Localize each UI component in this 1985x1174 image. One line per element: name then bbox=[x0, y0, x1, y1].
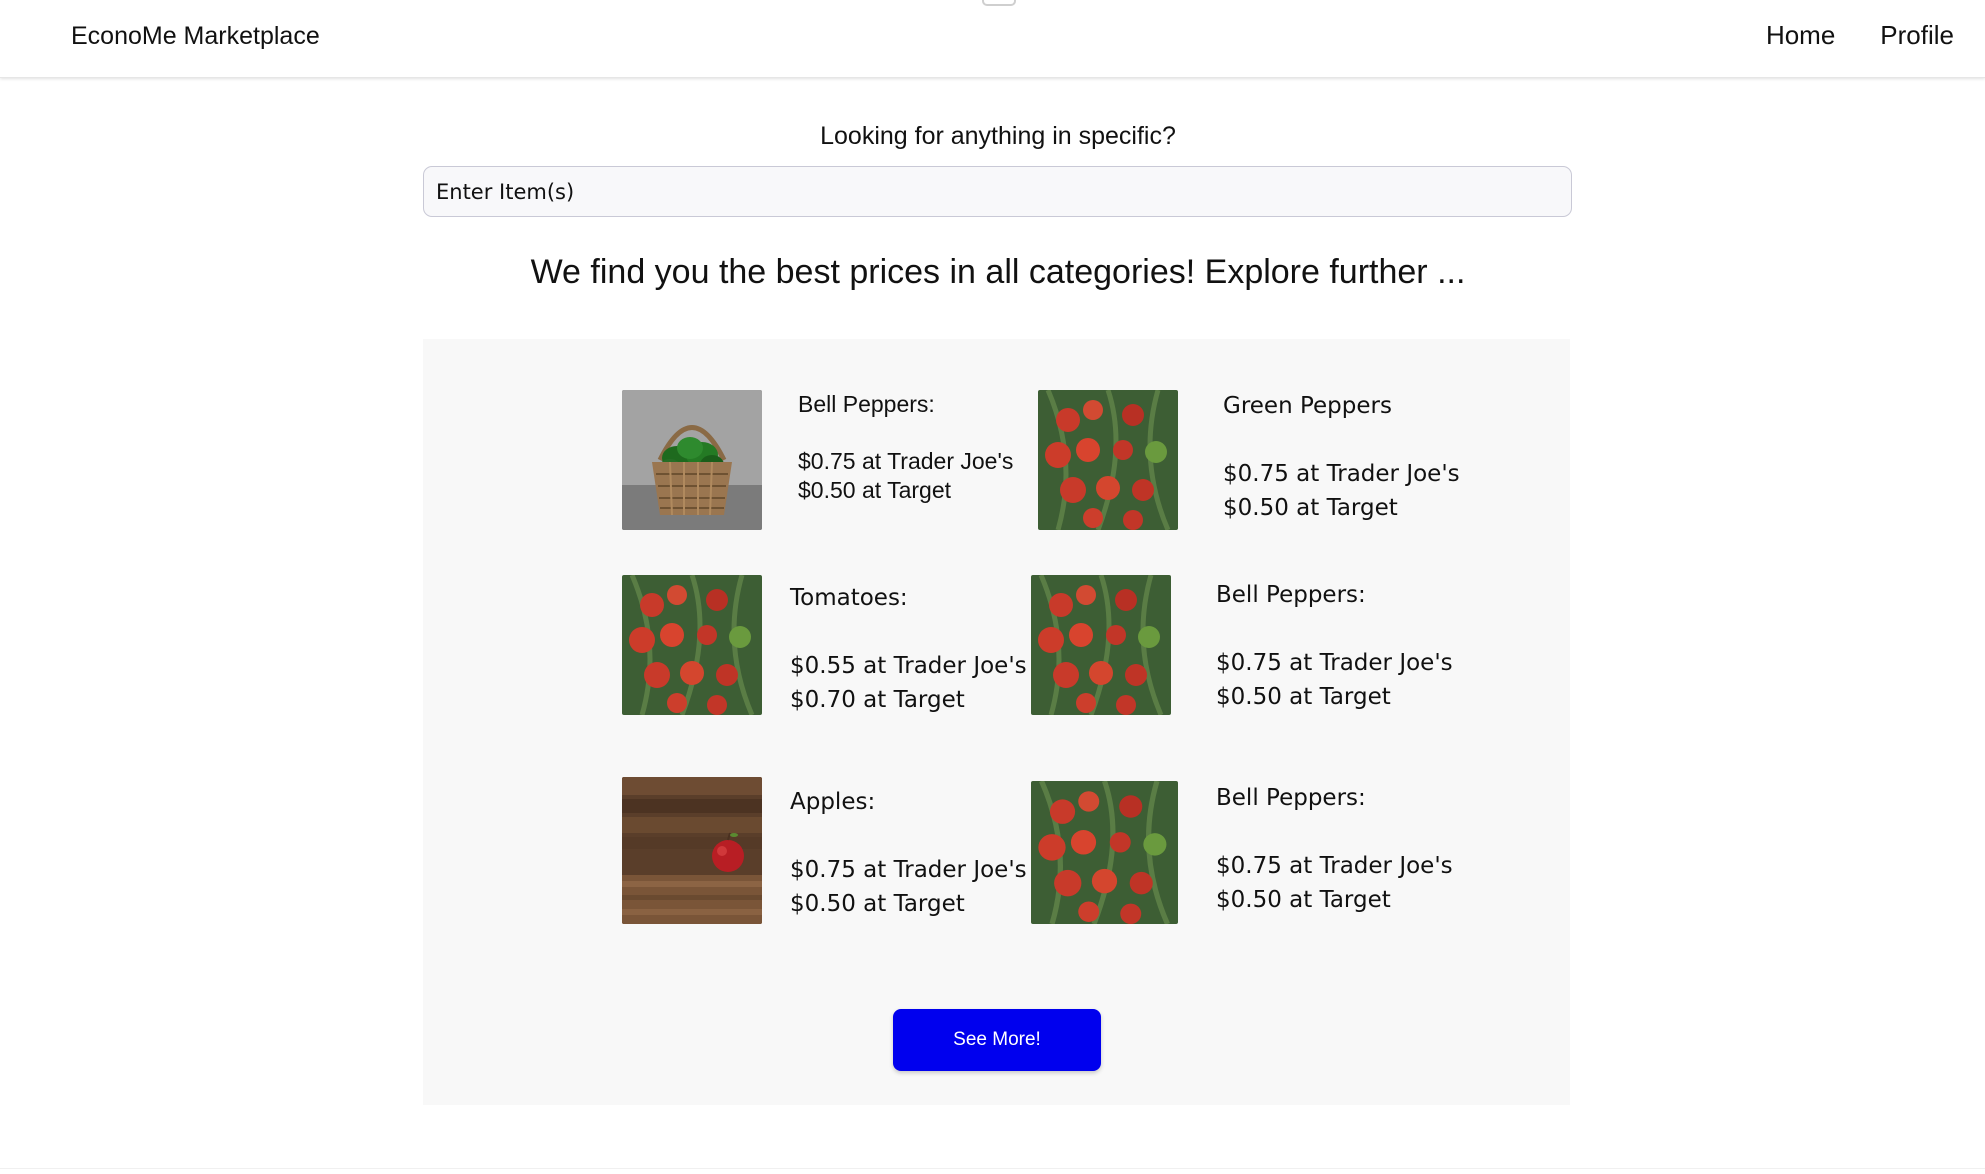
product-price-traderjoes: $0.55 at Trader Joe's bbox=[790, 653, 1027, 679]
product-image-tomatoes[interactable] bbox=[622, 575, 762, 715]
tab-handle[interactable] bbox=[982, 0, 1016, 6]
nav-links: Home Profile bbox=[1721, 20, 1954, 51]
brand-logo[interactable]: EconoMe Marketplace bbox=[71, 22, 320, 51]
product-price-traderjoes: $0.75 at Trader Joe's bbox=[798, 448, 1014, 474]
see-more-button[interactable]: See More! bbox=[893, 1009, 1101, 1071]
product-image-bell-peppers[interactable] bbox=[622, 390, 762, 530]
product-name: Tomatoes: bbox=[790, 585, 908, 611]
product-image-bell-peppers[interactable] bbox=[1031, 575, 1171, 715]
product-price-target: $0.50 at Target bbox=[790, 891, 965, 917]
product-price-traderjoes: $0.75 at Trader Joe's bbox=[1223, 461, 1460, 487]
product-price-target: $0.50 at Target bbox=[1223, 495, 1398, 521]
product-price-traderjoes: $0.75 at Trader Joe's bbox=[1216, 650, 1453, 676]
product-image-bell-peppers[interactable] bbox=[1031, 781, 1178, 924]
product-price-traderjoes: $0.75 at Trader Joe's bbox=[1216, 853, 1453, 879]
product-price-target: $0.50 at Target bbox=[1216, 684, 1391, 710]
product-price-target: $0.70 at Target bbox=[790, 687, 965, 713]
product-name: Bell Peppers: bbox=[1216, 785, 1366, 811]
nav-home-link[interactable]: Home bbox=[1766, 20, 1835, 51]
product-price-target: $0.50 at Target bbox=[798, 477, 952, 503]
product-name: Green Peppers bbox=[1223, 393, 1392, 419]
search-label: Looking for anything in specific? bbox=[820, 122, 1176, 150]
product-name: Bell Peppers: bbox=[798, 391, 935, 417]
top-navbar: EconoMe Marketplace Home Profile bbox=[0, 0, 1985, 78]
product-image-apples[interactable] bbox=[622, 777, 762, 924]
footer-divider bbox=[0, 1168, 1985, 1169]
product-name: Bell Peppers: bbox=[1216, 582, 1366, 608]
search-input[interactable] bbox=[423, 166, 1572, 217]
product-image-green-peppers[interactable] bbox=[1038, 390, 1178, 530]
product-price-target: $0.50 at Target bbox=[1216, 887, 1391, 913]
nav-profile-link[interactable]: Profile bbox=[1880, 20, 1954, 51]
page-headline: We find you the best prices in all categ… bbox=[530, 253, 1466, 291]
product-price-traderjoes: $0.75 at Trader Joe's bbox=[790, 857, 1027, 883]
product-name: Apples: bbox=[790, 789, 876, 815]
